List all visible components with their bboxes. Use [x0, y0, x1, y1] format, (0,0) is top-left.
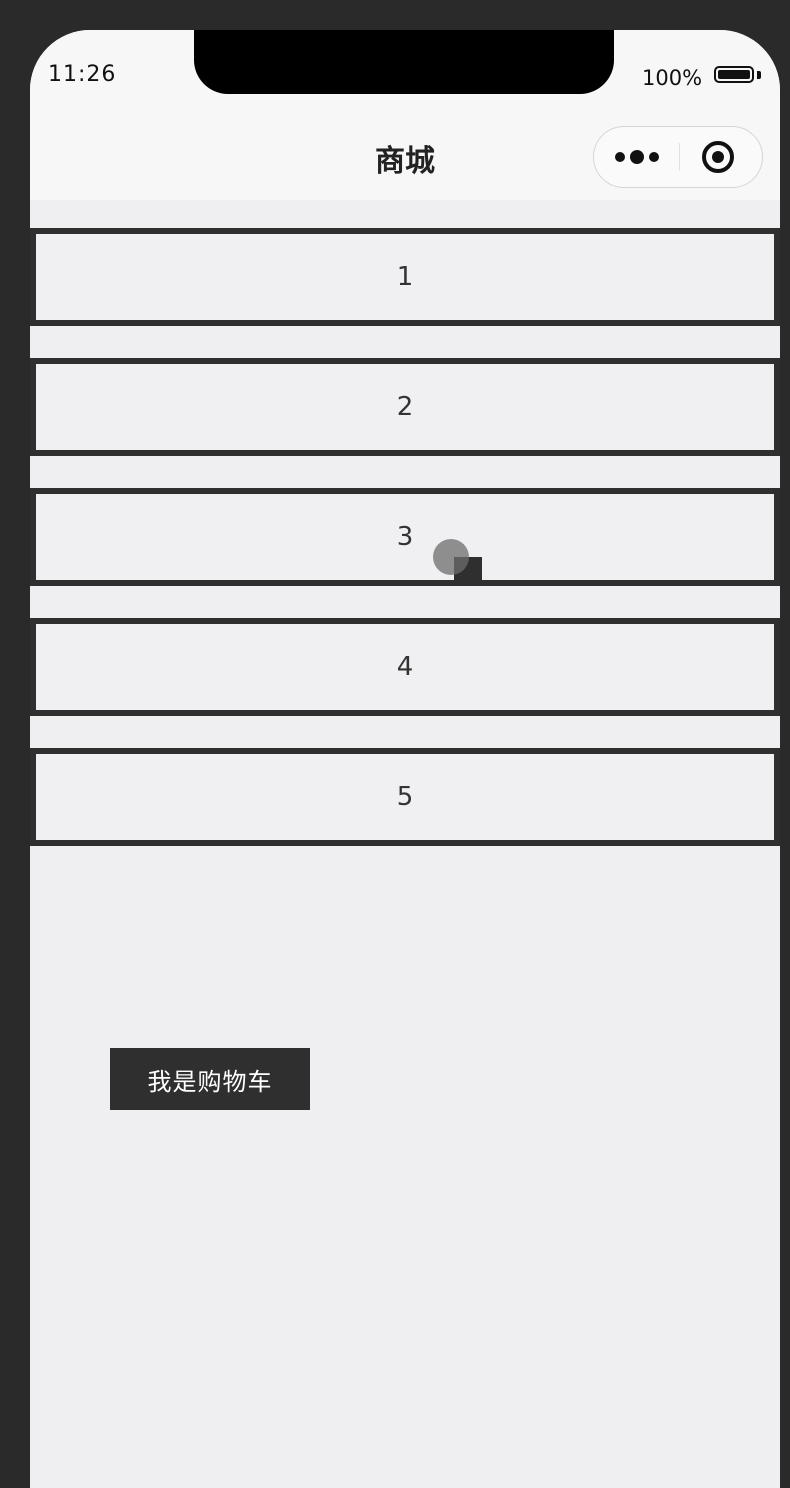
target-close-icon[interactable] [700, 139, 736, 175]
list-item-frame-left [30, 358, 36, 456]
list-item[interactable]: 5 [30, 748, 780, 846]
list-item-frame-right [774, 748, 780, 846]
list-item[interactable]: 3 [30, 488, 780, 586]
list-item[interactable]: 2 [30, 358, 780, 456]
list-item-frame-right [774, 618, 780, 716]
capsule-menu [593, 126, 763, 188]
battery-fill [718, 70, 750, 79]
list-item-frame-right [774, 228, 780, 326]
header: 11:26 100% 商城 [30, 30, 780, 200]
list-item-frame-left [30, 228, 36, 326]
list-item-frame-left [30, 748, 36, 846]
list-item[interactable]: 1 [30, 228, 780, 326]
list-item-label: 1 [36, 234, 774, 320]
more-dots-icon[interactable] [612, 145, 662, 169]
list-item-frame-left [30, 488, 36, 586]
touch-cursor-icon [433, 539, 469, 575]
status-time: 11:26 [48, 62, 117, 87]
list-item-frame-right [774, 358, 780, 456]
notch [194, 30, 614, 94]
cart-button[interactable]: 我是购物车 [110, 1048, 310, 1110]
list-item-frame-left [30, 618, 36, 716]
battery-percentage: 100% [642, 66, 703, 90]
capsule-divider [679, 143, 680, 171]
list-item-label: 3 [36, 494, 774, 580]
list-item-frame-right [774, 488, 780, 586]
content-area: 1 2 3 4 5 我是购物车 [30, 200, 780, 1488]
list-item-label: 2 [36, 364, 774, 450]
list-item-label: 4 [36, 624, 774, 710]
list-item-label: 5 [36, 754, 774, 840]
phone-screen: 11:26 100% 商城 1 2 3 4 5 我是购物车 [30, 30, 780, 1488]
list-item[interactable]: 4 [30, 618, 780, 716]
battery-icon [714, 66, 754, 83]
battery-cap [757, 71, 761, 79]
product-list: 1 2 3 4 5 [30, 228, 780, 878]
